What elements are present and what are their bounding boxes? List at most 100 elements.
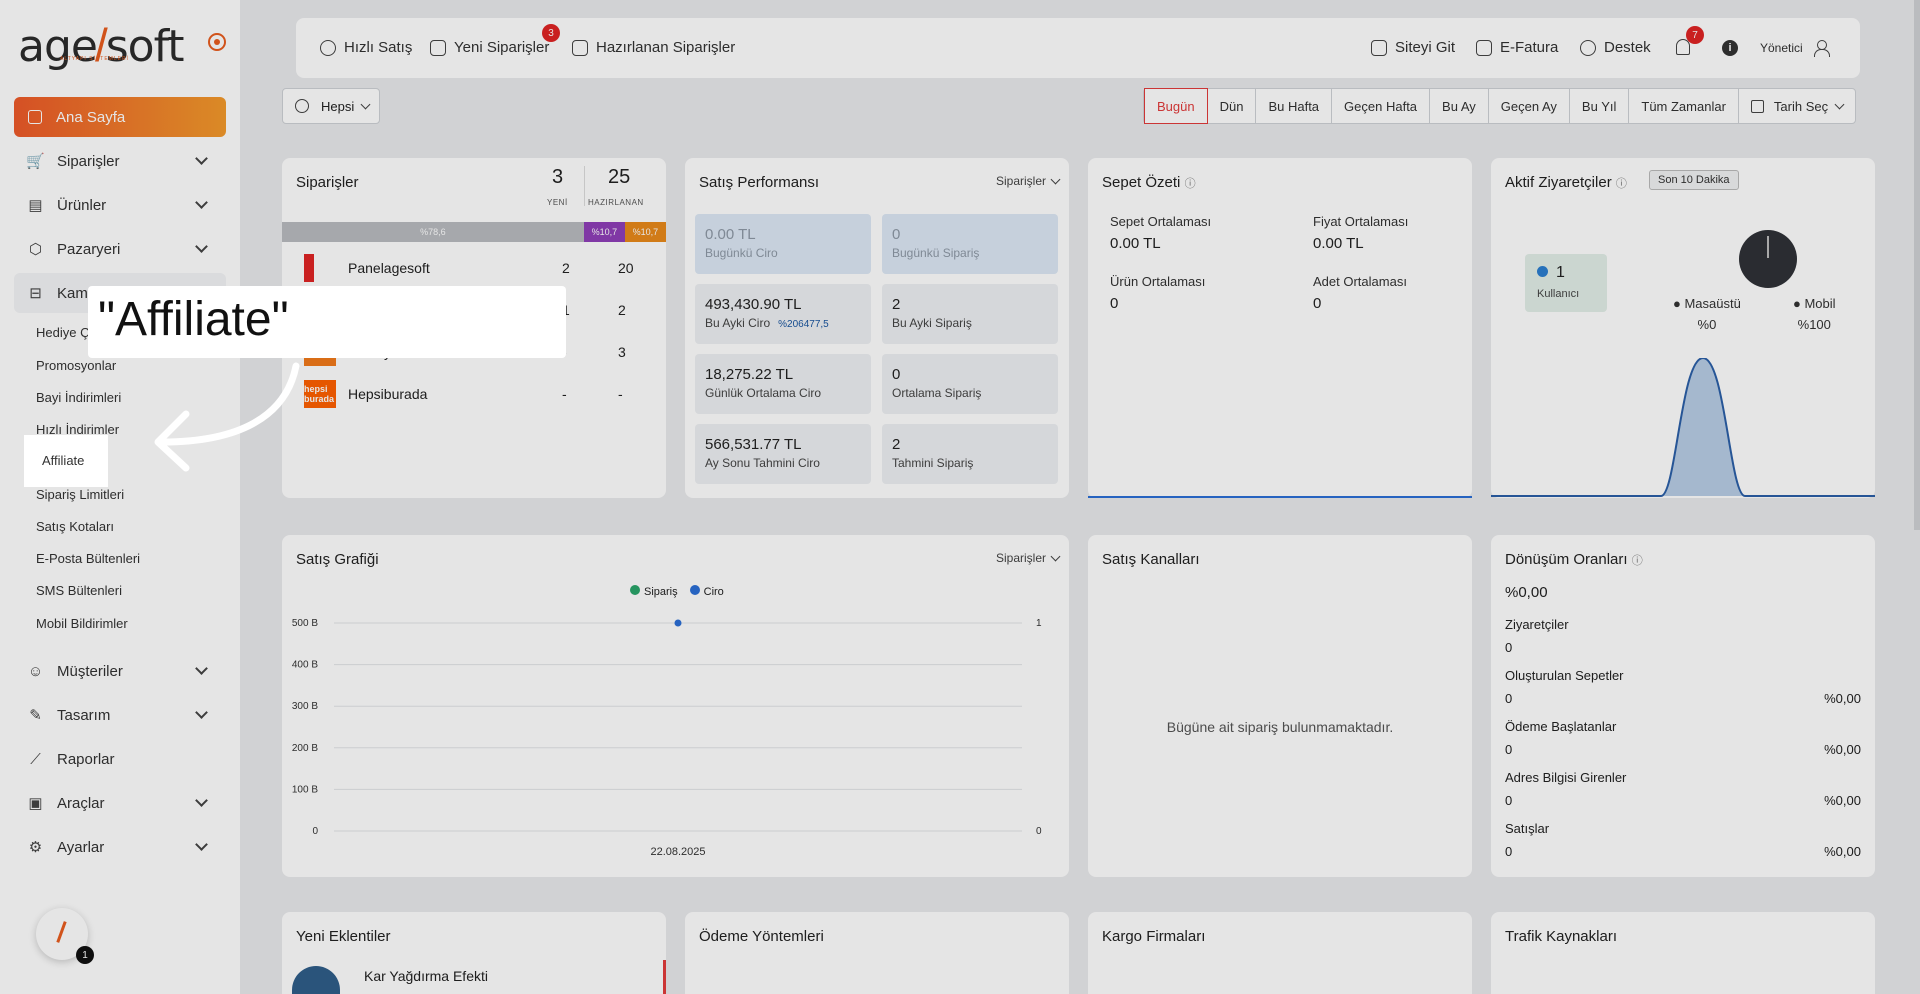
range-this-week[interactable]: Bu Hafta bbox=[1256, 89, 1333, 123]
pencil-launcher-button[interactable]: 1 bbox=[36, 908, 94, 964]
agesoft-logo[interactable]: age / soft ALTYAPI SİSTEMLERİ bbox=[18, 18, 185, 72]
cargo-companies-title: Kargo Firmaları bbox=[1102, 928, 1206, 945]
range-this-month[interactable]: Bu Ay bbox=[1430, 89, 1489, 123]
performance-tile: 2 Bu Ayki Sipariş bbox=[882, 284, 1058, 344]
quick-sale-link[interactable]: Hızlı Satış bbox=[320, 39, 412, 56]
sales-performance-title: Satış Performansı bbox=[699, 174, 820, 191]
user-icon: ☺ bbox=[27, 662, 44, 680]
visitor-trend-area bbox=[1491, 358, 1875, 496]
sales-channels-title: Satış Kanalları bbox=[1102, 551, 1200, 568]
target-icon[interactable] bbox=[208, 33, 226, 51]
sidebar-sub-email-bulletins[interactable]: E-Posta Bültenleri bbox=[36, 551, 140, 566]
help-icon[interactable]: ⓘ bbox=[1632, 555, 1643, 567]
sidebar-item-home[interactable]: Ana Sayfa bbox=[14, 97, 226, 137]
y-tick-label: 300 B bbox=[292, 701, 318, 712]
conversion-total: %0,00 bbox=[1505, 584, 1548, 601]
sidebar-item-design[interactable]: ✎ Tasarım bbox=[14, 695, 226, 735]
sidebar-sub-sms-bulletins[interactable]: SMS Bültenleri bbox=[36, 583, 122, 598]
range-today[interactable]: Bugün bbox=[1144, 88, 1208, 124]
sidebar-item-reports[interactable]: ⟋ Raporlar bbox=[14, 739, 226, 779]
conversion-row: Ödeme Başlatanlar 0 %0,00 bbox=[1505, 719, 1861, 757]
book-icon: ▤ bbox=[28, 197, 43, 214]
performance-tile: 493,430.90 TL Bu Ayki Ciro %206477,5 bbox=[695, 284, 871, 344]
box-icon: ⬡ bbox=[28, 241, 43, 258]
sidebar-item-orders[interactable]: 🛒 Siparişler bbox=[14, 141, 226, 181]
active-visitors-card: Aktif Ziyaretçiler ⓘ Son 10 Dakika 1 Kul… bbox=[1491, 158, 1875, 498]
orders-share-bar: %78,6 %10,7 %10,7 bbox=[282, 222, 666, 242]
payment-methods-title: Ödeme Yöntemleri bbox=[699, 928, 824, 945]
cart-icon bbox=[430, 39, 446, 56]
new-orders-link[interactable]: Yeni Siparişler bbox=[430, 39, 549, 56]
sidebar-item-marketplace[interactable]: ⬡ Pazaryeri bbox=[14, 229, 226, 269]
scope-select[interactable]: Hepsi bbox=[282, 88, 380, 124]
range-this-year[interactable]: Bu Yıl bbox=[1570, 89, 1630, 123]
sidebar-sub-order-limits[interactable]: Sipariş Limitleri bbox=[36, 487, 124, 502]
range-last-week[interactable]: Geçen Hafta bbox=[1332, 89, 1431, 123]
y-tick-label: 500 B bbox=[292, 618, 318, 629]
sidebar-sub-dealer-discounts[interactable]: Bayi İndirimleri bbox=[36, 390, 121, 405]
cart-icon: 🛒 bbox=[26, 153, 45, 170]
growth-percent: %206477,5 bbox=[778, 319, 829, 330]
orders-card-title: Siparişler bbox=[296, 174, 359, 191]
mobile-share: ● Mobil %100 bbox=[1793, 296, 1836, 332]
new-orders-badge: 3 bbox=[542, 24, 560, 42]
traffic-sources-title: Trafik Kaynakları bbox=[1505, 928, 1617, 945]
share-segment: %78,6 bbox=[282, 222, 584, 242]
marketplace-row[interactable]: hepsi burada Hepsiburada - - bbox=[304, 378, 644, 410]
sidebar-item-customers[interactable]: ☺ Müşteriler bbox=[14, 651, 226, 691]
help-icon[interactable]: ⓘ bbox=[1185, 178, 1196, 190]
addon-scrollbar[interactable] bbox=[663, 960, 666, 994]
page-scrollbar[interactable] bbox=[1914, 0, 1920, 530]
chevron-down-icon bbox=[360, 99, 371, 109]
performance-selector[interactable]: Siparişler bbox=[996, 174, 1061, 188]
range-yesterday[interactable]: Dün bbox=[1208, 89, 1257, 123]
help-icon[interactable]: ⓘ bbox=[1616, 178, 1627, 190]
date-range-group: Bugün Dün Bu Hafta Geçen Hafta Bu Ay Geç… bbox=[1143, 88, 1857, 124]
sidebar-item-tools[interactable]: ▣ Araçlar bbox=[14, 783, 226, 823]
ciro-point[interactable] bbox=[674, 619, 682, 627]
sales-performance-card: Satış Performansı Siparişler 0.00 TL Bugü… bbox=[685, 158, 1069, 498]
quick-sale-icon bbox=[320, 39, 336, 56]
basket-summary-title: Sepet Özeti ⓘ bbox=[1102, 174, 1196, 191]
y2-tick-label: 1 bbox=[1036, 618, 1042, 629]
user-menu[interactable]: Yönetici bbox=[1760, 41, 1803, 55]
sidebar-sub-sales-quotas[interactable]: Satış Kotaları bbox=[36, 519, 114, 534]
marketplace-row[interactable]: Panelagesoft 2 20 bbox=[304, 252, 644, 284]
time-window-tag[interactable]: Son 10 Dakika bbox=[1649, 170, 1739, 190]
goto-site-link[interactable]: Siteyi Git bbox=[1371, 39, 1455, 56]
top-bar: Hızlı Satış Yeni Siparişler 3 Hazırlanan… bbox=[296, 18, 1860, 78]
conversion-row: Oluşturulan Sepetler 0 %0,00 bbox=[1505, 668, 1861, 706]
sidebar-sub-affiliate[interactable]: Affiliate bbox=[24, 435, 108, 487]
product-average: Ürün Ortalaması 0 bbox=[1110, 274, 1206, 312]
tutorial-arrow-icon bbox=[154, 362, 300, 472]
chevron-down-icon bbox=[195, 152, 208, 165]
einvoice-link[interactable]: E-Fatura bbox=[1476, 39, 1558, 56]
conversion-rates-card: Dönüşüm Oranları ⓘ %0,00 Ziyaretçiler 0 Ol… bbox=[1491, 535, 1875, 877]
info-icon[interactable]: i bbox=[1722, 40, 1738, 56]
chevron-down-icon bbox=[195, 838, 208, 851]
visitor-trend-chart bbox=[1491, 358, 1875, 497]
support-link[interactable]: Destek bbox=[1580, 39, 1651, 56]
range-last-month[interactable]: Geçen Ay bbox=[1489, 89, 1570, 123]
cloud-icon bbox=[292, 966, 340, 994]
cargo-companies-card: Kargo Firmaları bbox=[1088, 912, 1472, 994]
performance-tile: 18,275.22 TL Günlük Ortalama Ciro bbox=[695, 354, 871, 414]
sidebar-sub-promotions[interactable]: Promosyonlar bbox=[36, 358, 116, 373]
range-all-time[interactable]: Tüm Zamanlar bbox=[1629, 89, 1739, 123]
sidebar-sub-mobile-notifications[interactable]: Mobil Bildirimler bbox=[36, 616, 128, 631]
conversion-row: Adres Bilgisi Girenler 0 %0,00 bbox=[1505, 770, 1861, 808]
sidebar-item-settings[interactable]: ⚙ Ayarlar bbox=[14, 827, 226, 867]
addon-item[interactable]: Kar Yağdırma Efekti bbox=[364, 968, 488, 984]
sales-line-chart: 0 100 B 200 B 300 B 400 B 500 B 0 1 22.08.2025 bbox=[292, 618, 1042, 858]
conversion-row: Ziyaretçiler 0 bbox=[1505, 617, 1569, 655]
sidebar-item-products[interactable]: ▤ Ürünler bbox=[14, 185, 226, 225]
y-tick-label: 100 B bbox=[292, 784, 318, 795]
pencil-icon: ✎ bbox=[29, 707, 42, 724]
user-icon[interactable] bbox=[1814, 40, 1830, 57]
prepared-orders-link[interactable]: Hazırlanan Siparişler bbox=[572, 39, 735, 56]
new-orders-count: 3 bbox=[552, 166, 564, 188]
pick-date-button[interactable]: Tarih Seç bbox=[1739, 89, 1855, 123]
active-user-count: 1 Kullanıcı bbox=[1525, 254, 1607, 312]
basket-summary-card: Sepet Özeti ⓘ Sepet Ortalaması 0.00 TL Fi… bbox=[1088, 158, 1472, 498]
chevron-down-icon bbox=[1834, 99, 1845, 109]
